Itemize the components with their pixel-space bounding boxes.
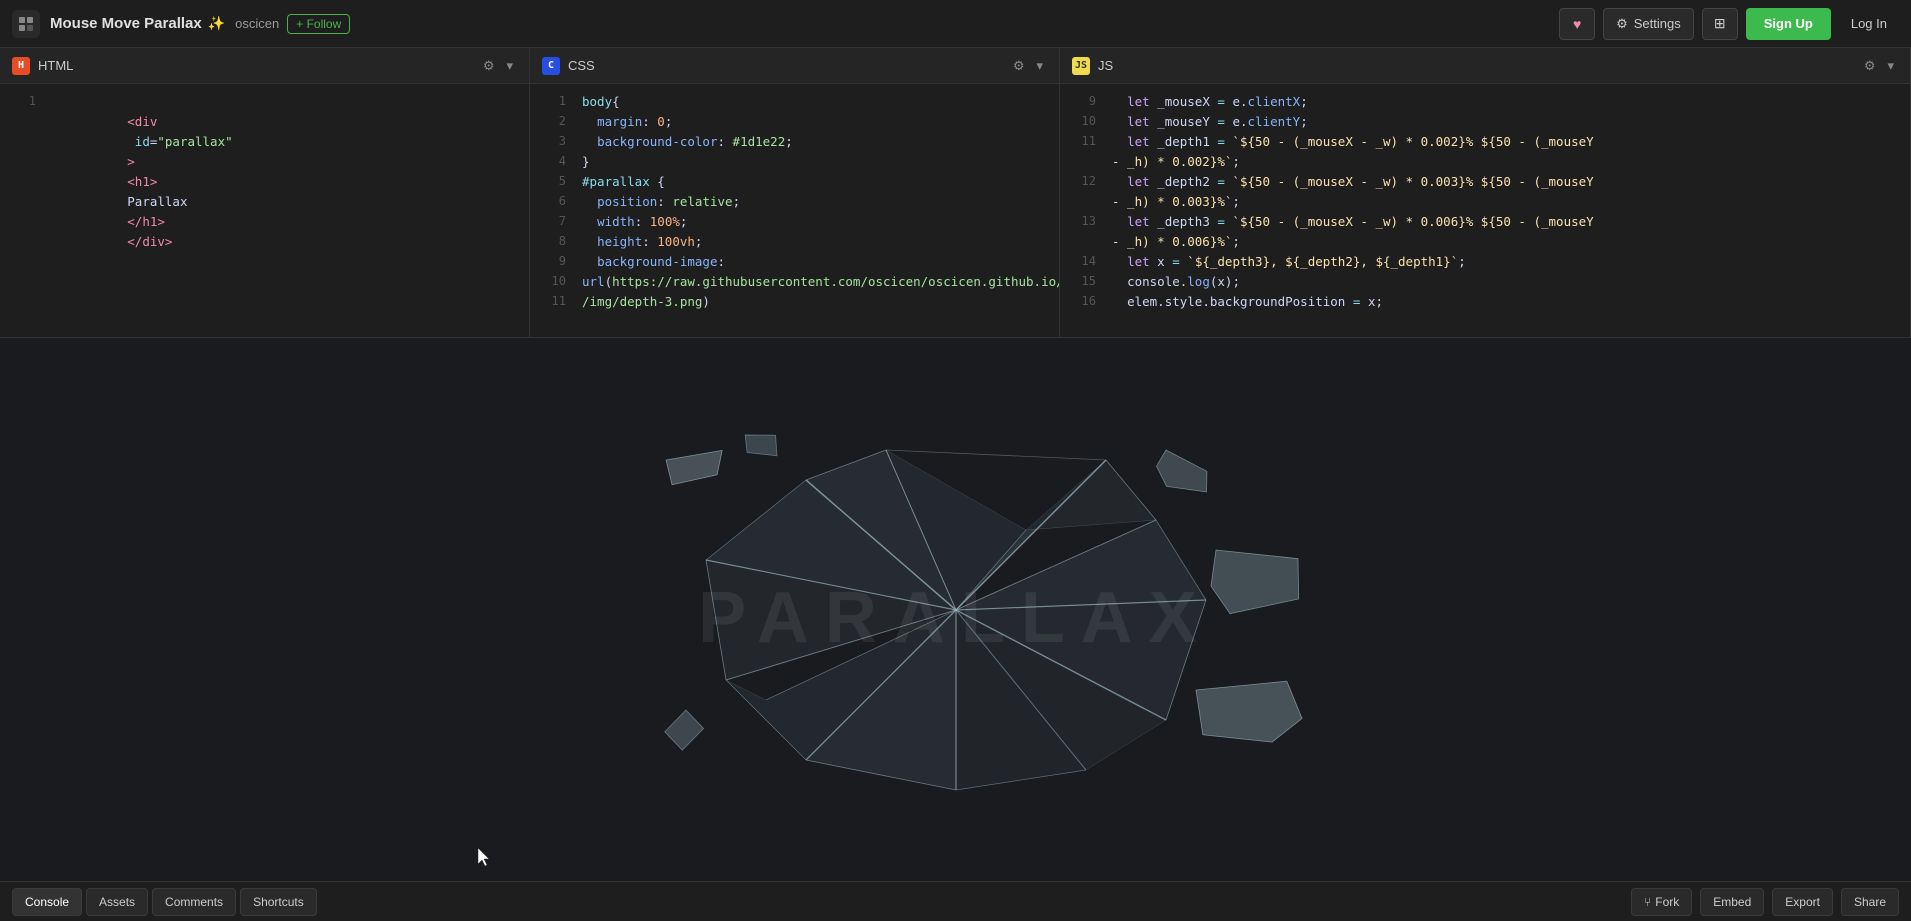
css-editor: C CSS ⚙ ▾ 1body{ 2 margin: 0; 3 backgrou… — [530, 48, 1060, 337]
bottom-left-actions: Console Assets Comments Shortcuts — [12, 888, 317, 916]
css-editor-header: C CSS ⚙ ▾ — [530, 48, 1059, 84]
app-title: Mouse Move Parallax — [50, 15, 202, 32]
bottom-right-actions: ⑂ Fork Embed Export Share — [1631, 888, 1899, 916]
html-settings-icon[interactable]: ⚙ — [479, 56, 499, 76]
settings-label: Settings — [1634, 16, 1681, 31]
html-editor: H HTML ⚙ ▾ 1 <div id="parallax" > <h1> P… — [0, 48, 530, 337]
comments-button[interactable]: Comments — [152, 888, 236, 916]
topbar: Mouse Move Parallax ✨ oscicen + Follow ♥… — [0, 0, 1911, 48]
shortcuts-button[interactable]: Shortcuts — [240, 888, 317, 916]
sparkle-icon: ✨ — [208, 16, 225, 32]
css-badge: C — [542, 57, 560, 75]
html-label: HTML — [38, 58, 471, 73]
fork-button[interactable]: ⑂ Fork — [1631, 888, 1692, 916]
js-badge: JS — [1072, 57, 1090, 75]
bottom-bar: Console Assets Comments Shortcuts ⑂ Fork… — [0, 881, 1911, 921]
signup-button[interactable]: Sign Up — [1746, 8, 1831, 40]
code-line: 1 <div id="parallax" > <h1> Parallax </h… — [0, 92, 529, 272]
follow-button[interactable]: + Follow — [287, 14, 350, 34]
css-label: CSS — [568, 58, 1001, 73]
heart-button[interactable]: ♥ — [1559, 8, 1595, 40]
share-button[interactable]: Share — [1841, 888, 1899, 916]
app-logo — [12, 10, 40, 38]
js-label: JS — [1098, 58, 1852, 73]
preview-area: PARALLAX — [0, 338, 1911, 881]
html-editor-header: H HTML ⚙ ▾ — [0, 48, 529, 84]
heart-icon: ♥ — [1573, 16, 1581, 32]
embed-button[interactable]: Embed — [1700, 888, 1764, 916]
js-expand-icon[interactable]: ▾ — [1883, 56, 1898, 76]
topbar-actions: ♥ ⚙ Settings ⊞ Sign Up Log In — [1559, 8, 1899, 40]
login-button[interactable]: Log In — [1839, 8, 1899, 40]
js-editor-header: JS JS ⚙ ▾ — [1060, 48, 1910, 84]
css-settings-icon[interactable]: ⚙ — [1009, 56, 1029, 76]
js-editor: JS JS ⚙ ▾ 9 let _mouseX = e.clientX; 10 … — [1060, 48, 1911, 337]
gear-icon: ⚙ — [1616, 16, 1628, 32]
css-code-area[interactable]: 1body{ 2 margin: 0; 3 background-color: … — [530, 84, 1059, 337]
assets-button[interactable]: Assets — [86, 888, 148, 916]
editors-row: H HTML ⚙ ▾ 1 <div id="parallax" > <h1> P… — [0, 48, 1911, 338]
export-button[interactable]: Export — [1772, 888, 1833, 916]
html-expand-icon[interactable]: ▾ — [502, 56, 517, 76]
grid-icon: ⊞ — [1714, 15, 1726, 32]
username: oscicen — [235, 16, 279, 31]
js-code-area[interactable]: 9 let _mouseX = e.clientX; 10 let _mouse… — [1060, 84, 1910, 337]
settings-button[interactable]: ⚙ Settings — [1603, 8, 1694, 40]
html-code-area[interactable]: 1 <div id="parallax" > <h1> Parallax </h… — [0, 84, 529, 337]
glass-shards-svg — [606, 400, 1306, 820]
fork-label: Fork — [1655, 895, 1679, 909]
console-button[interactable]: Console — [12, 888, 82, 916]
css-expand-icon[interactable]: ▾ — [1032, 56, 1047, 76]
fork-icon: ⑂ — [1644, 895, 1651, 909]
html-badge: H — [12, 57, 30, 75]
grid-button[interactable]: ⊞ — [1702, 8, 1738, 40]
js-settings-icon[interactable]: ⚙ — [1860, 56, 1880, 76]
